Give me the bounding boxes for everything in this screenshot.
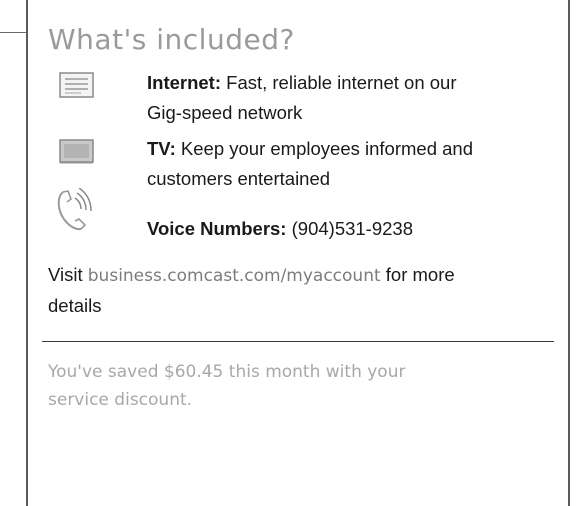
feature-internet: Internet: Fast, reliable internet on our… [48, 68, 558, 128]
feature-text-continued: customers entertained [147, 168, 331, 189]
account-link[interactable]: business.comcast.com/myaccount [88, 266, 381, 286]
savings-line: You've saved $60.45 this month with your [48, 362, 406, 382]
savings-line: service discount. [48, 390, 193, 410]
section-heading: What's included? [48, 23, 295, 56]
visit-text: Visit business.comcast.com/myaccount for… [48, 260, 558, 321]
feature-text-continued: Gig-speed network [147, 102, 303, 123]
top-rule [0, 32, 28, 33]
divider [42, 341, 554, 342]
whats-included-panel: What's included? Internet: Fast, reliabl… [42, 20, 558, 414]
feature-label: Voice Numbers: [147, 218, 287, 239]
savings-message: You've saved $60.45 this month with your… [48, 358, 538, 414]
feature-label: Internet: [147, 72, 221, 93]
feature-label: TV: [147, 138, 176, 159]
feature-text: Fast, reliable internet on our [226, 72, 457, 93]
feature-voice: Voice Numbers: (904)531-9238 [48, 187, 558, 244]
tv-icon [59, 136, 95, 175]
feature-text: Keep your employees informed and [180, 138, 473, 159]
phone-number: (904)531-9238 [291, 218, 413, 239]
visit-suffix-continued: details [48, 295, 102, 316]
phone-icon [54, 187, 94, 241]
visit-suffix: for more [380, 264, 455, 285]
feature-tv: TV: Keep your employees informed and cus… [48, 134, 558, 194]
visit-prefix: Visit [48, 264, 88, 285]
internet-icon [59, 70, 95, 109]
